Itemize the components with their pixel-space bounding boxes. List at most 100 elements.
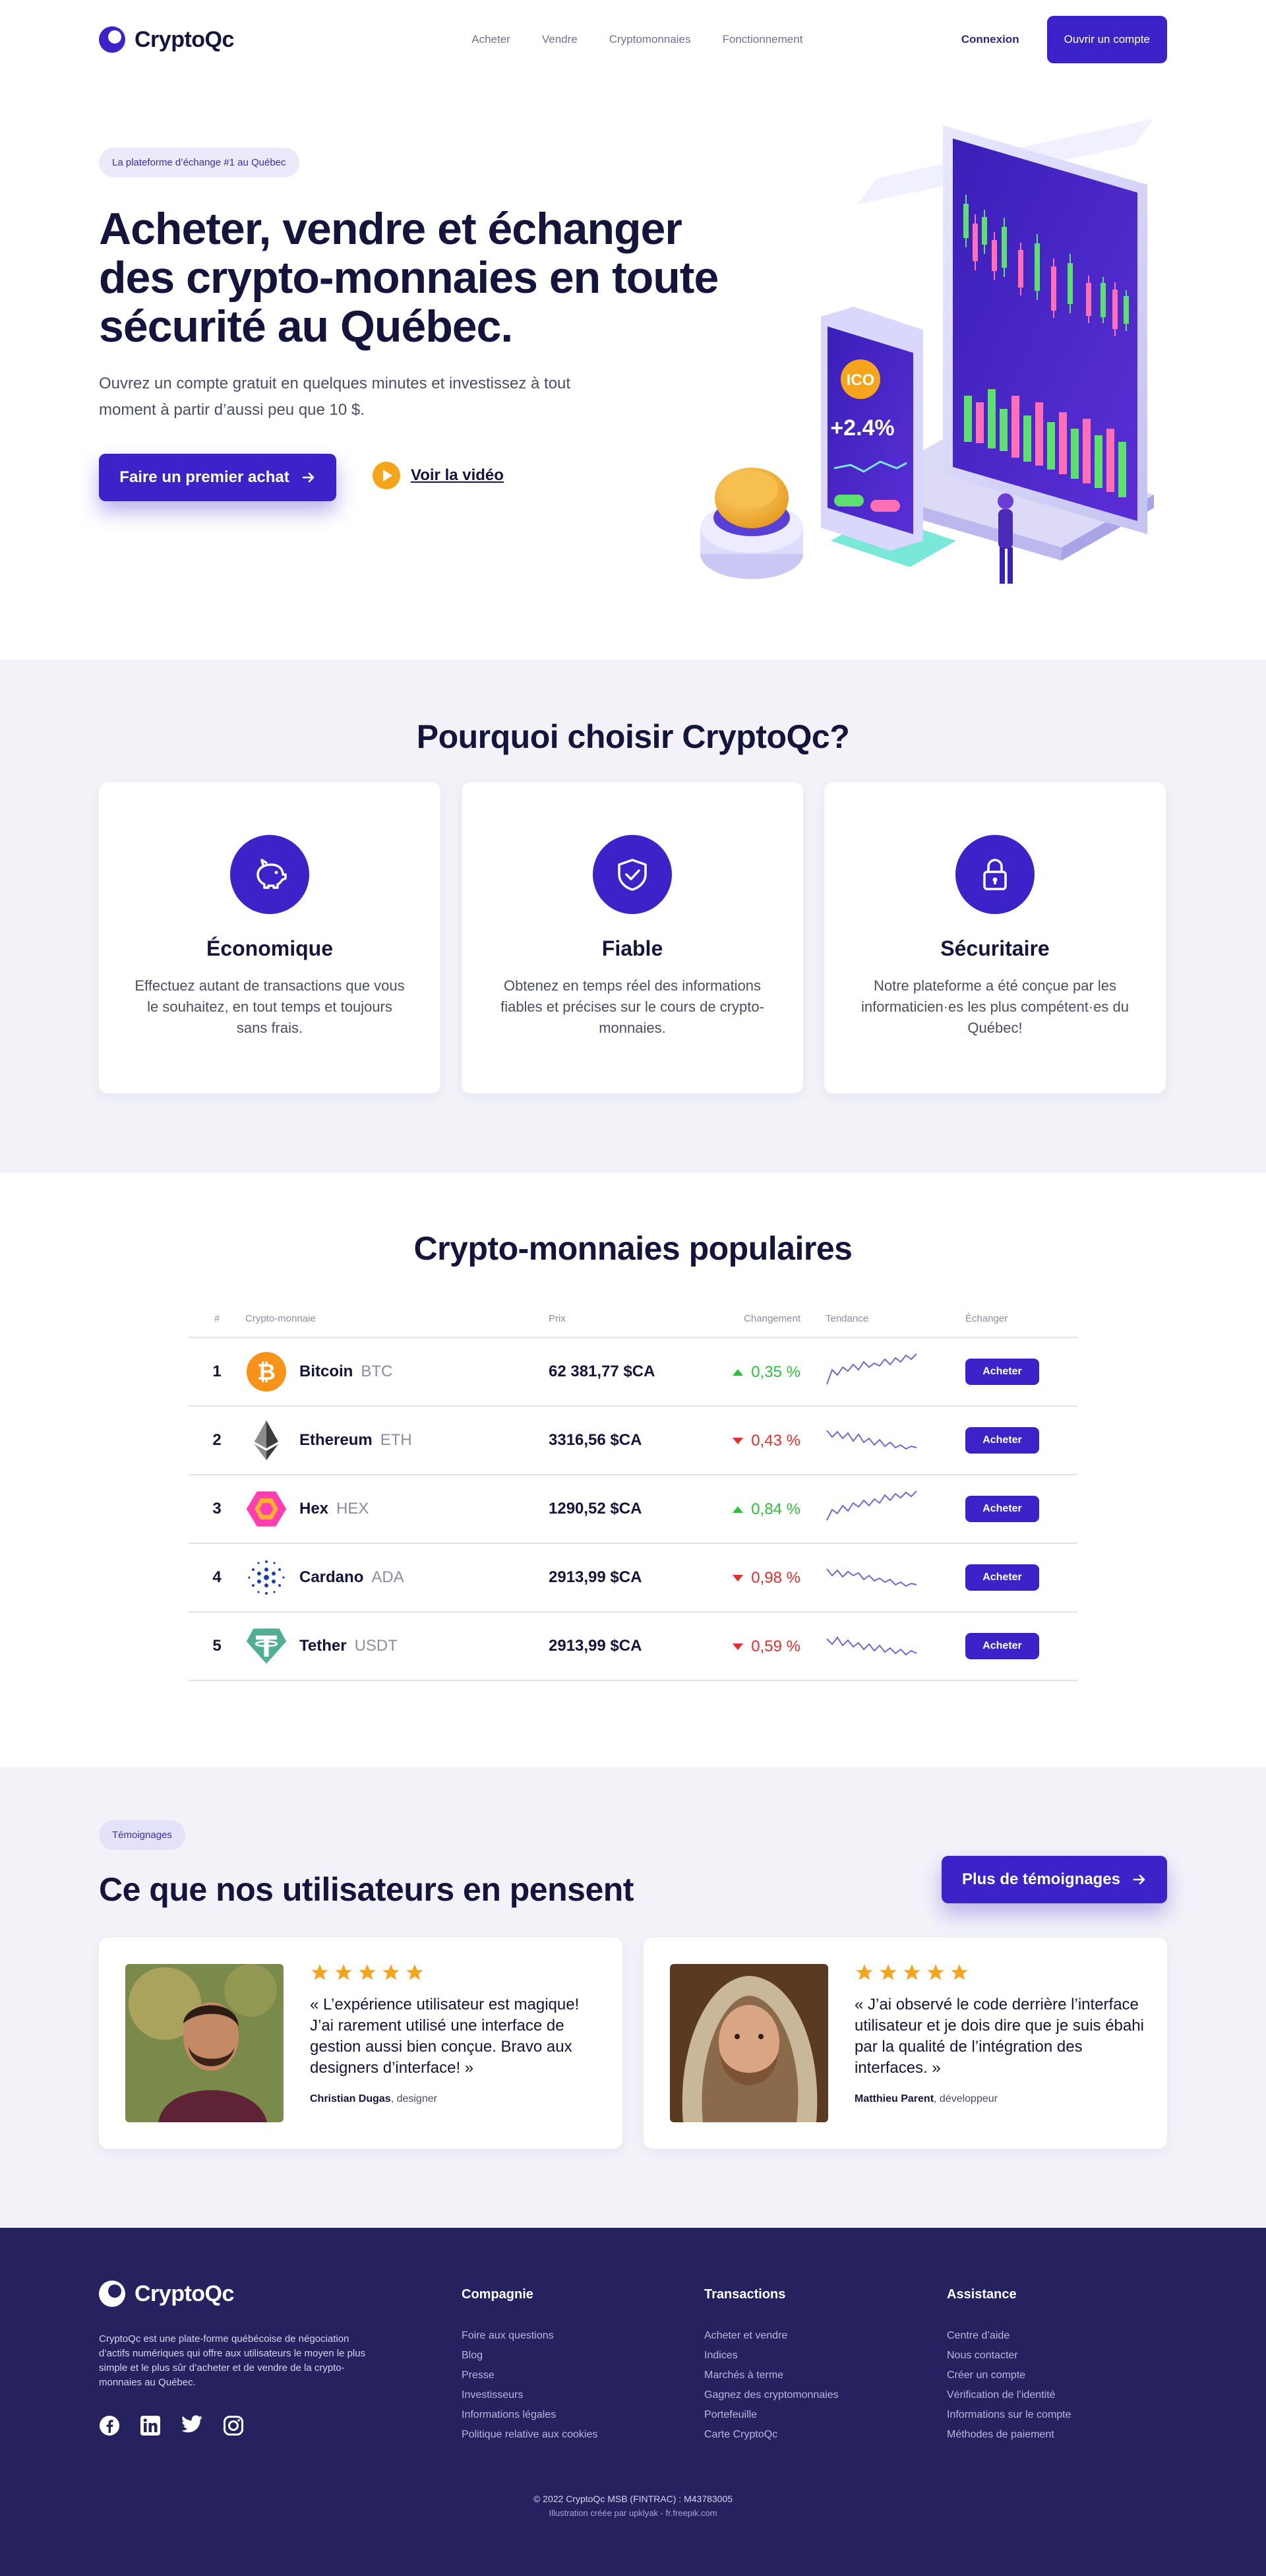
popular-section: Crypto-monnaies populaires # Crypto-monn… — [0, 1173, 1266, 1767]
more-testimonials-button[interactable]: Plus de témoignages — [942, 1856, 1167, 1903]
coin-price: 2913,99 $CA — [549, 1612, 713, 1681]
shield-check-icon — [593, 835, 672, 914]
footer-link[interactable]: Marchés à terme — [704, 2366, 839, 2385]
rank: 4 — [189, 1543, 245, 1612]
author-role: , développeur — [934, 2093, 998, 2104]
star-icon — [382, 1964, 400, 1980]
coin-change: 0,59 % — [751, 1638, 800, 1655]
login-link[interactable]: Connexion — [961, 33, 1019, 46]
open-account-button[interactable]: Ouvrir un compte — [1046, 16, 1167, 63]
author-name: Matthieu Parent — [855, 2093, 934, 2104]
twitter-icon[interactable] — [181, 2415, 203, 2436]
buy-button[interactable]: Acheter — [965, 1564, 1039, 1591]
footer-col-assistance: Assistance Centre d’aide Nous contacter … — [947, 2287, 1071, 2445]
col-crypto: Crypto-monnaie — [245, 1301, 549, 1338]
col-trend: Tendance — [826, 1301, 965, 1338]
star-rating — [855, 1963, 1145, 1982]
watch-video-label: Voir la vidéo — [411, 466, 504, 484]
cardano-icon — [245, 1556, 287, 1599]
logo-icon — [99, 2281, 125, 2307]
coin-price: 2913,99 $CA — [549, 1543, 713, 1612]
footer-col-compagnie: Compagnie Foire aux questions Blog Press… — [462, 2287, 597, 2445]
footer-link[interactable]: Portefeuille — [704, 2405, 839, 2425]
footer-col-transactions: Transactions Acheter et vendre Indices M… — [704, 2287, 839, 2445]
footer-link[interactable]: Informations sur le compte — [947, 2405, 1071, 2425]
star-icon — [951, 1964, 968, 1980]
trend-up-icon — [733, 1369, 744, 1376]
footer-link[interactable]: Vérification de l’identité — [947, 2385, 1071, 2405]
sparkline-down — [826, 1429, 917, 1450]
sparkline-down — [826, 1636, 917, 1655]
top-navbar: CryptoQc Acheter Vendre Cryptomonnaies F… — [99, 0, 1167, 79]
bitcoin-icon: ₿ — [245, 1351, 287, 1393]
buy-button[interactable]: Acheter — [965, 1633, 1039, 1659]
table-row[interactable]: 1 ₿ Bitcoin BTC 62 381,77 $CA 0,35 % Ache… — [189, 1337, 1077, 1407]
testimonial-author: Matthieu Parent, développeur — [855, 2093, 1145, 2105]
nav-link-vendre[interactable]: Vendre — [542, 33, 578, 46]
footer-logo[interactable]: CryptoQc — [99, 2281, 369, 2307]
footer-description: CryptoQc est une plate-forme québécoise … — [99, 2333, 366, 2388]
sparkline-up — [826, 1353, 917, 1384]
nav-link-fonctionnement[interactable]: Fonctionnement — [723, 33, 803, 46]
instagram-icon[interactable] — [223, 2415, 244, 2436]
arrow-right-icon — [302, 472, 315, 483]
facebook-icon[interactable] — [99, 2415, 120, 2436]
testimonials-badge: Témoignages — [99, 1820, 185, 1850]
table-row[interactable]: 2 Ethereum ETH 3316,56 $CA 0,43 % Acheter — [189, 1406, 1077, 1475]
footer-link[interactable]: Méthodes de paiement — [947, 2425, 1071, 2445]
footer-link[interactable]: Gagnez des cryptomonnaies — [704, 2385, 839, 2405]
nav-link-acheter[interactable]: Acheter — [471, 33, 510, 46]
rank: 1 — [189, 1337, 245, 1407]
ethereum-icon — [245, 1419, 287, 1461]
linkedin-icon[interactable] — [140, 2415, 161, 2436]
buy-button[interactable]: Acheter — [965, 1359, 1039, 1385]
footer-link[interactable]: Carte CryptoQc — [704, 2425, 839, 2445]
feature-card-fiable: Fiable Obtenez en temps réel des informa… — [462, 782, 803, 1093]
star-icon — [406, 1964, 423, 1980]
table-row[interactable]: 5 Tether USDT 2913,99 $CA 0,59 % Acheter — [189, 1612, 1077, 1681]
feature-text: Effectuez autant de transactions que vou… — [135, 977, 405, 1036]
phone-coin-label: ICO — [847, 371, 875, 389]
testimonials-title: Ce que nos utilisateurs en pensent — [99, 1871, 634, 1908]
footer-link[interactable]: Nous contacter — [947, 2346, 1071, 2366]
star-icon — [927, 1964, 944, 1980]
nav-link-cryptomonnaies[interactable]: Cryptomonnaies — [609, 33, 691, 46]
footer-link[interactable]: Créer un compte — [947, 2366, 1071, 2385]
coin-symbol: ADA — [371, 1568, 404, 1586]
coin-name: Ethereum — [299, 1431, 373, 1449]
play-icon — [373, 462, 400, 489]
why-cards: Économique Effectuez autant de transacti… — [99, 782, 1167, 1093]
social-links — [99, 2415, 369, 2436]
table-row[interactable]: 3 Hex HEX 1290,52 $CA 0,84 % Acheter — [189, 1475, 1077, 1544]
coin-change: 0,35 % — [751, 1363, 800, 1381]
star-icon — [856, 1964, 873, 1980]
hero-badge: La plateforme d’échange #1 au Québec — [99, 148, 299, 177]
footer-link[interactable]: Presse — [462, 2366, 597, 2385]
star-icon — [335, 1964, 352, 1980]
footer-link[interactable]: Informations légales — [462, 2405, 597, 2425]
footer-link[interactable]: Acheter et vendre — [704, 2326, 839, 2346]
testimonial-quote: « J’ai observé le code derrière l’interf… — [855, 1996, 1144, 2077]
copyright: © 2022 CryptoQc MSB (FINTRAC) : M4378300… — [533, 2494, 733, 2504]
table-row[interactable]: 4 Cardano ADA 2913,99 $CA 0,98 % Acheter — [189, 1543, 1077, 1612]
hex-icon — [245, 1488, 287, 1530]
footer-link[interactable]: Indices — [704, 2346, 839, 2366]
footer-link[interactable]: Blog — [462, 2346, 597, 2366]
col-change: Changement — [713, 1301, 826, 1338]
footer-col-title: Compagnie — [462, 2287, 533, 2302]
buy-button[interactable]: Acheter — [965, 1496, 1039, 1522]
star-icon — [311, 1964, 328, 1980]
testimonial-cards: « L’expérience utilisateur est magique! … — [99, 1938, 1167, 2149]
brand-logo[interactable]: CryptoQc — [99, 26, 234, 53]
rank: 2 — [189, 1406, 245, 1475]
coin-name: Cardano — [299, 1568, 364, 1586]
footer-link[interactable]: Politique relative aux cookies — [462, 2425, 597, 2445]
footer-link[interactable]: Investisseurs — [462, 2385, 597, 2405]
buy-button[interactable]: Acheter — [965, 1427, 1039, 1454]
crypto-table: # Crypto-monnaie Prix Changement Tendanc… — [189, 1301, 1077, 1681]
first-purchase-button[interactable]: Faire un premier achat — [99, 454, 336, 501]
watch-video-link[interactable]: Voir la vidéo — [373, 462, 504, 489]
footer-link[interactable]: Centre d’aide — [947, 2326, 1071, 2346]
author-name: Christian Dugas — [310, 2093, 391, 2104]
footer-link[interactable]: Foire aux questions — [462, 2326, 597, 2346]
